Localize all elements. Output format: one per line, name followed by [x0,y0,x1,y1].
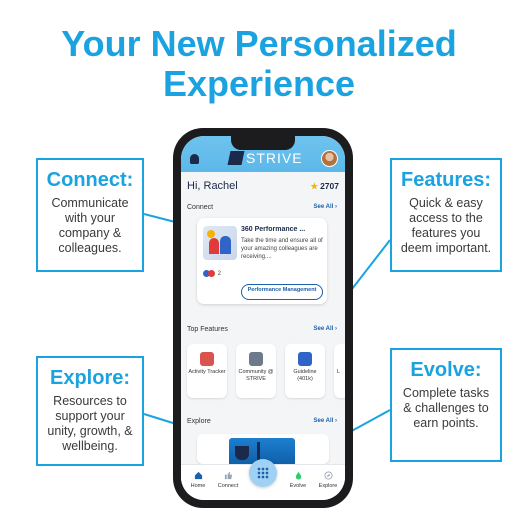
callout-line: support your [55,409,125,423]
connect-see-all-link[interactable]: See All › [314,204,337,210]
reactions[interactable]: 2 [203,270,221,277]
connect-section-title: Connect [187,204,214,211]
callout-line: & challenges to [403,401,489,415]
explore-see-all-link[interactable]: See All › [314,418,337,424]
compass-icon [323,471,333,480]
activity-icon [200,352,214,366]
chevron-right-icon: › [335,326,337,332]
reaction-count: 2 [217,271,222,278]
bell-icon[interactable] [190,154,199,164]
see-all-label: See All [313,204,334,210]
callout-line: unity, growth, & [47,424,133,438]
feature-tile-community[interactable]: Community @ STRIVE [236,344,276,398]
callout-line: company & [58,226,122,240]
phone-icon [249,352,263,366]
callout-line: Communicate [51,196,129,210]
callout-connect: Connect: Communicate with your company &… [36,158,144,272]
callout-body: Quick & easy access to the features you … [392,196,500,256]
callout-line: Resources to [53,394,127,408]
callout-features: Features: Quick & easy access to the fea… [390,158,502,272]
callout-evolve: Evolve: Complete tasks & challenges to e… [390,348,502,462]
callout-title: Features: [400,169,492,191]
chevron-right-icon: › [335,204,337,210]
laptop-icon [298,352,312,366]
tab-explore[interactable]: Explore [313,471,343,489]
tab-evolve[interactable]: Evolve [283,471,313,489]
post-thumbnail [203,226,237,260]
tile-label: Activity Tracker [188,369,226,375]
see-all-label: See All [313,326,334,332]
callout-line: deem important. [400,241,492,255]
bottom-tab-bar: Home Connect Evolve Explore [181,459,345,500]
callout-line: colleagues. [58,241,122,255]
strive-logo-text: STRIVE [246,150,303,166]
callout-explore: Explore: Resources to support your unity… [36,356,144,466]
connect-post-card[interactable]: 360 Performance ... Take the time and en… [197,218,327,304]
strive-logo: STRIVE [227,150,302,166]
heart-reaction-icon [208,270,215,277]
greeting: Hi, Rachel [187,180,238,192]
badge-icon [207,230,215,238]
feature-tiles: Activity Tracker Community @ STRIVE Guid… [187,344,345,400]
callout-line: Complete tasks [402,386,490,400]
menu-grid-button[interactable] [249,459,277,487]
mug-icon [235,446,249,460]
tab-label: Explore [318,483,338,489]
performance-management-button[interactable]: Performance Management [241,284,323,300]
grid-icon [257,467,269,479]
feature-tile-partial[interactable]: L [334,344,345,398]
callout-line: Quick & easy [409,196,483,210]
callout-body: Complete tasks & challenges to earn poin… [392,386,500,431]
callout-line: earn points. [413,416,479,430]
callout-title: Explore: [49,367,131,389]
tile-label: Community @ STRIVE [238,369,274,382]
star-icon: ★ [310,181,319,191]
post-title: 360 Performance ... [241,226,306,233]
tab-label: Evolve [289,483,307,489]
feature-tile-guideline[interactable]: Guideline (401k) [285,344,325,398]
see-all-label: See All [313,418,334,424]
tab-connect[interactable]: Connect [213,471,243,489]
callout-line: with your [64,211,116,225]
phone-notch [231,136,295,150]
callout-line: wellbeing. [62,439,118,453]
chevron-right-icon: › [335,418,337,424]
tab-label: Home [190,483,206,489]
droplet-icon [295,471,301,480]
phone-mockup: STRIVE Hi, Rachel ★ 2707 Connect See All … [173,128,353,508]
tile-label: Guideline (401k) [293,369,317,382]
callout-body: Communicate with your company & colleagu… [38,196,142,256]
explore-section-title: Explore [187,418,211,425]
thumbs-up-icon [224,471,232,480]
feature-tile-activity-tracker[interactable]: Activity Tracker [187,344,227,398]
callout-line: features you [411,226,481,240]
top-features-section-title: Top Features [187,326,228,333]
points-value: 2707 [320,181,339,191]
top-features-see-all-link[interactable]: See All › [314,326,337,332]
tile-label: L [337,369,341,375]
figure-blue-icon [220,236,231,254]
app-screen: STRIVE Hi, Rachel ★ 2707 Connect See All … [181,136,345,500]
points-badge[interactable]: ★ 2707 [310,181,339,192]
avatar[interactable] [321,150,338,167]
tab-label: Connect [217,483,239,489]
callout-line: access to the [409,211,483,225]
callout-body: Resources to support your unity, growth,… [38,394,142,454]
tab-home[interactable]: Home [183,471,213,489]
post-description: Take the time and ensure all of your ama… [241,238,323,260]
home-icon [194,471,202,480]
callout-title: Connect: [46,169,134,191]
strive-logo-mark-icon [227,151,245,165]
figure-red-icon [209,238,219,254]
callout-title: Evolve: [410,359,482,381]
